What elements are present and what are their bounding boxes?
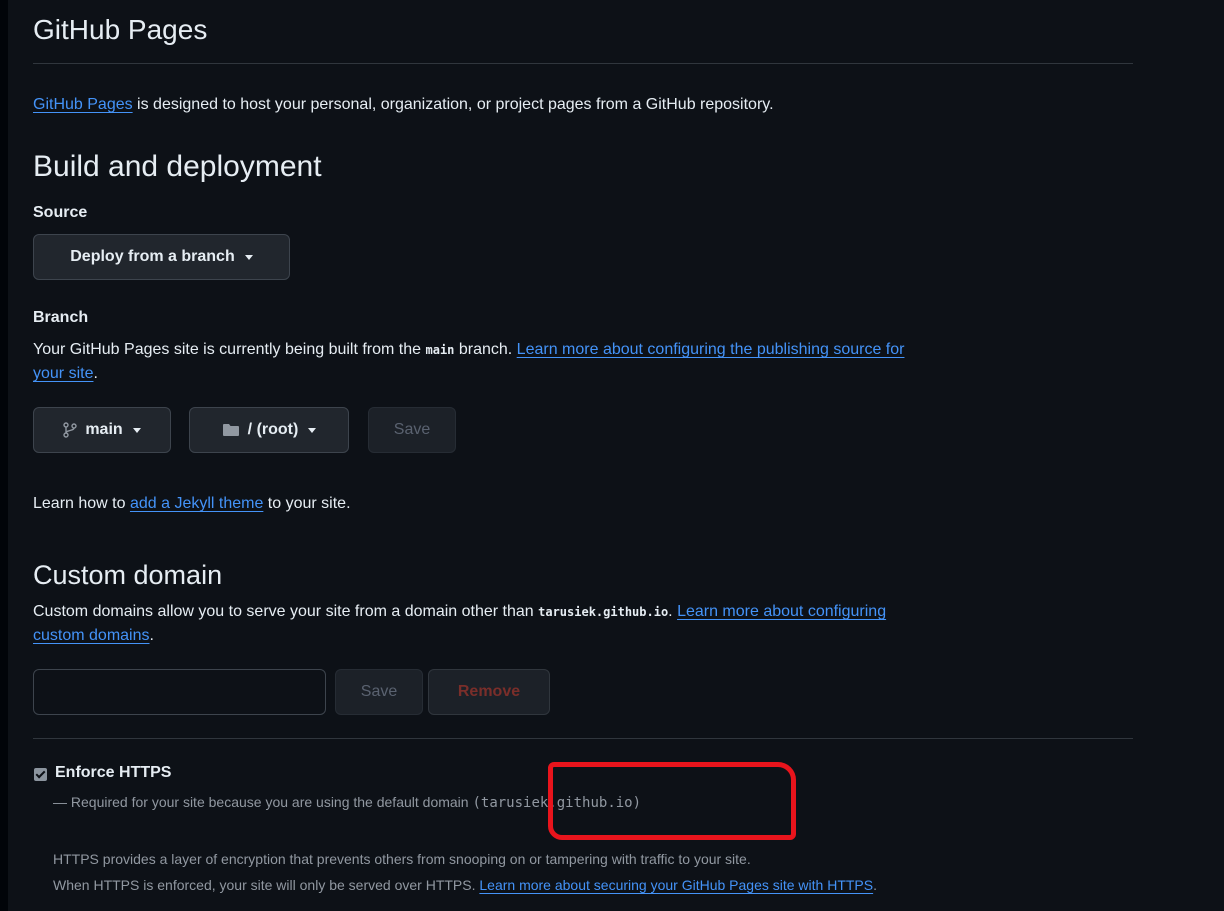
jekyll-theme-link[interactable]: add a Jekyll theme [130,495,263,512]
triangle-down-icon [244,255,253,260]
custom-domain-desc-text-2: . [668,603,678,620]
publishing-source-link-line1: Learn more about configuring the publish… [516,341,905,358]
folder-select-button[interactable]: / (root) [189,407,349,453]
branch-save-button[interactable]: Save [368,407,456,453]
jekyll-pre: Learn how to [33,495,130,512]
https-desc-1: HTTPS provides a layer of encryption tha… [53,851,751,867]
folder-icon [222,424,239,436]
custom-domains-link-line2: custom domains [33,627,150,644]
left-edge [0,0,8,911]
jekyll-text: Learn how to add a Jekyll theme to your … [33,492,351,516]
https-desc-2: When HTTPS is enforced, your site will o… [53,874,877,896]
branch-desc-end: . [93,365,98,382]
custom-domain-remove-button[interactable]: Remove [428,669,550,715]
source-label: Source [33,204,88,221]
red-annotation-box [548,762,796,840]
custom-domain-desc-text: Custom domains allow you to serve your s… [33,603,539,620]
intro-text: GitHub Pages is designed to host your pe… [33,93,774,117]
build-deployment-heading: Build and deployment [33,150,322,183]
github-pages-link[interactable]: GitHub Pages [33,96,133,113]
custom-domain-heading: Custom domain [33,560,223,590]
custom-domain-save-button[interactable]: Save [335,669,423,715]
page-title: GitHub Pages [33,14,208,45]
https-divider [33,738,1133,739]
https-required-desc: — Required for your site because you are… [53,794,473,810]
branch-label: Branch [33,309,89,326]
enforce-https-label: Enforce HTTPS [55,764,172,781]
https-learn-more-link[interactable]: Learn more about securing your GitHub Pa… [479,877,873,893]
https-desc-2-pre: When HTTPS is enforced, your site will o… [53,877,480,893]
custom-domains-link-line1: Learn more about configuring [677,603,887,620]
enforce-https-checkbox[interactable] [34,768,47,781]
custom-domain-desc-end: . [149,627,154,644]
default-domain-code: tarusiek.github.io [538,605,669,619]
jekyll-post: to your site. [263,495,351,512]
source-dropdown[interactable]: Deploy from a branch [33,234,290,280]
publishing-source-link-line2: your site [33,365,94,382]
branch-select-button[interactable]: main [33,407,171,453]
custom-domain-input[interactable] [33,669,326,715]
branch-desc-text-2: branch. [454,341,517,358]
triangle-down-icon [132,428,141,433]
triangle-down-icon [308,428,317,433]
git-branch-icon [63,422,78,438]
https-desc-2-end: . [873,877,878,893]
title-divider [33,63,1133,64]
folder-value: / (root) [247,421,299,438]
branch-desc-text: Your GitHub Pages site is currently bein… [33,341,426,358]
branch-description: Your GitHub Pages site is currently bein… [33,338,1143,386]
branch-value: main [85,421,123,438]
source-value: Deploy from a branch [70,248,235,265]
custom-domain-description: Custom domains allow you to serve your s… [33,600,1143,648]
branch-code: main [425,343,455,357]
intro-rest: is designed to host your personal, organ… [132,96,774,113]
